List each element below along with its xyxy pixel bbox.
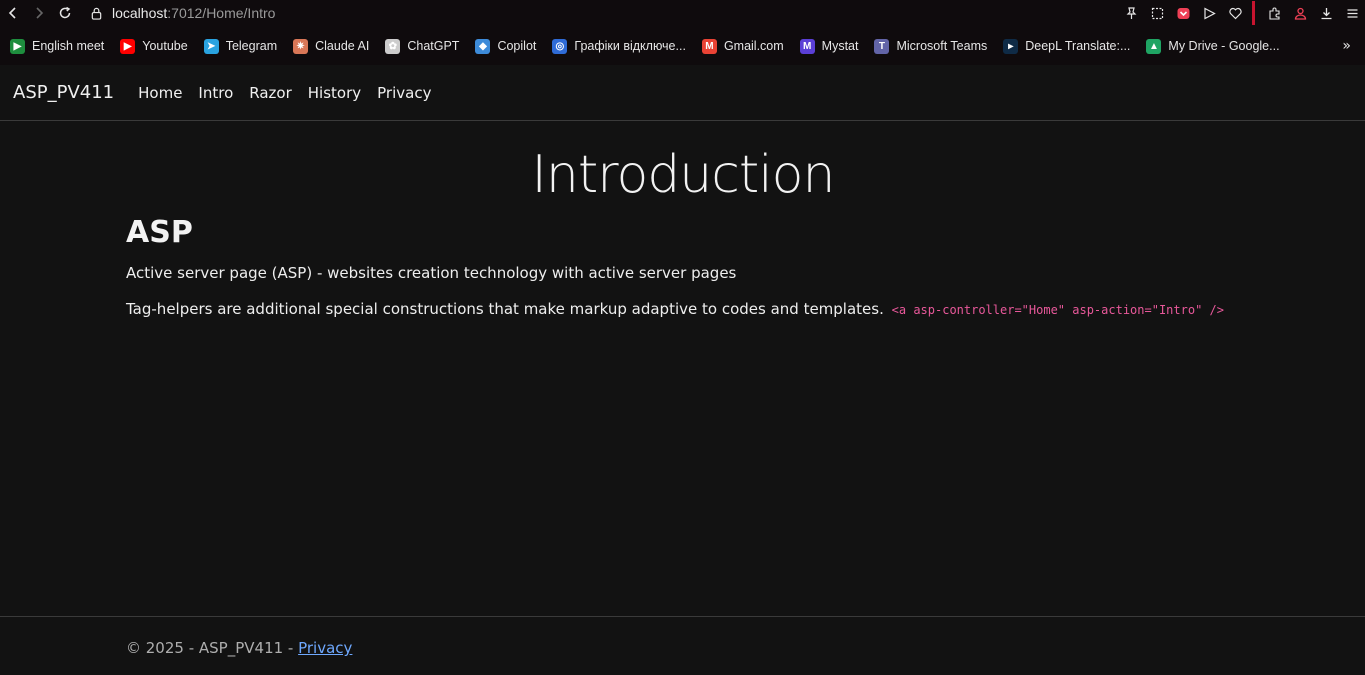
nav-link-history[interactable]: History bbox=[308, 84, 361, 102]
bookmark-item[interactable]: ◆ Copilot bbox=[475, 38, 537, 54]
code-snippet: <a asp-controller="Home" asp-action="Int… bbox=[891, 303, 1224, 317]
page-title: Introduction bbox=[531, 145, 836, 205]
bookmark-label: DeepL Translate:... bbox=[1025, 39, 1131, 53]
deepl-icon: ▸ bbox=[1003, 38, 1019, 54]
telegram-icon: ➤ bbox=[203, 38, 219, 54]
youtube-icon: ▶ bbox=[120, 38, 136, 54]
address-input[interactable]: localhost:7012/Home/Intro bbox=[112, 5, 275, 21]
bookmark-label: Telegram bbox=[225, 39, 278, 53]
bookmark-item[interactable]: ▸ DeepL Translate:... bbox=[1003, 38, 1131, 54]
menu-icon[interactable] bbox=[1339, 0, 1365, 26]
lock-icon[interactable] bbox=[88, 5, 104, 21]
pocket-icon[interactable] bbox=[1170, 0, 1196, 26]
bookmark-label: Copilot bbox=[497, 39, 537, 53]
bookmarks-bar: ▶ English meet ▶ Youtube ➤ Telegram ✷ Claude AI… bbox=[0, 32, 1365, 60]
nav-link-intro[interactable]: Intro bbox=[198, 84, 233, 102]
extensions-icon[interactable] bbox=[1261, 0, 1287, 26]
copilot-icon: ◆ bbox=[475, 38, 491, 54]
site-navbar: ASP_PV411 Home Intro Razor History Priva… bbox=[0, 65, 1365, 121]
drive-icon: ▲ bbox=[1146, 38, 1162, 54]
schedule-icon: ◎ bbox=[552, 38, 568, 54]
back-icon bbox=[8, 7, 16, 19]
main-content: Introduction ASP Active server page (ASP… bbox=[126, 121, 1240, 318]
brand-link[interactable]: ASP_PV411 bbox=[13, 82, 114, 103]
bookmark-item[interactable]: ✷ Claude AI bbox=[293, 38, 370, 54]
copyright-text: © 2025 - ASP_PV411 - bbox=[126, 639, 299, 657]
send-icon[interactable] bbox=[1196, 0, 1222, 26]
bookmark-item[interactable]: ◎ Графіки відключе... bbox=[552, 38, 686, 54]
tag-helpers-text: Tag-helpers are additional special const… bbox=[126, 300, 884, 318]
browser-toolbar: localhost:7012/Home/Intro bbox=[0, 0, 1365, 26]
forward-icon bbox=[36, 7, 44, 19]
bookmark-label: Microsoft Teams bbox=[896, 39, 988, 53]
reload-icon bbox=[59, 6, 71, 19]
chatgpt-icon: ✿ bbox=[385, 38, 401, 54]
screenshot-icon[interactable] bbox=[1144, 0, 1170, 26]
extensions-area bbox=[1118, 0, 1365, 26]
bookmark-label: Claude AI bbox=[315, 39, 370, 53]
bookmark-item[interactable]: M Gmail.com bbox=[701, 38, 784, 54]
download-icon[interactable] bbox=[1313, 0, 1339, 26]
bookmark-item[interactable]: M Mystat bbox=[799, 38, 859, 54]
footer-privacy-link[interactable]: Privacy bbox=[298, 639, 352, 657]
back-button[interactable] bbox=[0, 0, 26, 26]
footer-text: © 2025 - ASP_PV411 - Privacy bbox=[126, 639, 352, 657]
profile-icon[interactable] bbox=[1287, 0, 1313, 26]
meet-icon: ▶ bbox=[10, 38, 25, 54]
bookmark-label: Gmail.com bbox=[723, 39, 784, 53]
bookmark-item[interactable]: ▲ My Drive - Google... bbox=[1146, 38, 1280, 54]
reload-button[interactable] bbox=[52, 0, 78, 26]
bookmark-label: English meet bbox=[32, 39, 105, 53]
bookmark-label: Youtube bbox=[142, 39, 188, 53]
forward-button[interactable] bbox=[26, 0, 52, 26]
nav-link-home[interactable]: Home bbox=[138, 84, 182, 102]
bookmark-label: Mystat bbox=[821, 39, 859, 53]
claude-icon: ✷ bbox=[293, 38, 309, 54]
bookmark-label: Графіки відключе... bbox=[574, 39, 686, 53]
mystat-icon: M bbox=[799, 38, 815, 54]
divider bbox=[1252, 1, 1255, 25]
pin-icon[interactable] bbox=[1118, 0, 1144, 26]
bookmark-label: My Drive - Google... bbox=[1168, 39, 1280, 53]
heart-icon[interactable] bbox=[1222, 0, 1248, 26]
site-footer: © 2025 - ASP_PV411 - Privacy bbox=[0, 616, 1365, 675]
asp-description: Active server page (ASP) - websites crea… bbox=[126, 264, 737, 282]
teams-icon: T bbox=[874, 38, 890, 54]
nav-link-privacy[interactable]: Privacy bbox=[377, 84, 431, 102]
nav-link-razor[interactable]: Razor bbox=[249, 84, 292, 102]
bookmark-item[interactable]: ▶ Youtube bbox=[120, 38, 188, 54]
bookmark-item[interactable]: ▶ English meet bbox=[10, 38, 105, 54]
bookmark-item[interactable]: ➤ Telegram bbox=[203, 38, 278, 54]
gmail-icon: M bbox=[701, 38, 717, 54]
bookmark-label: ChatGPT bbox=[407, 39, 460, 53]
url-host: localhost bbox=[112, 5, 168, 21]
section-heading: ASP bbox=[126, 215, 193, 250]
bookmark-item[interactable]: ✿ ChatGPT bbox=[385, 38, 460, 54]
bookmark-item[interactable]: T Microsoft Teams bbox=[874, 38, 988, 54]
bookmarks-overflow-icon[interactable]: » bbox=[1342, 38, 1351, 54]
tag-helpers-paragraph: Tag-helpers are additional special const… bbox=[126, 300, 1240, 318]
url-path: :7012/Home/Intro bbox=[167, 5, 276, 21]
